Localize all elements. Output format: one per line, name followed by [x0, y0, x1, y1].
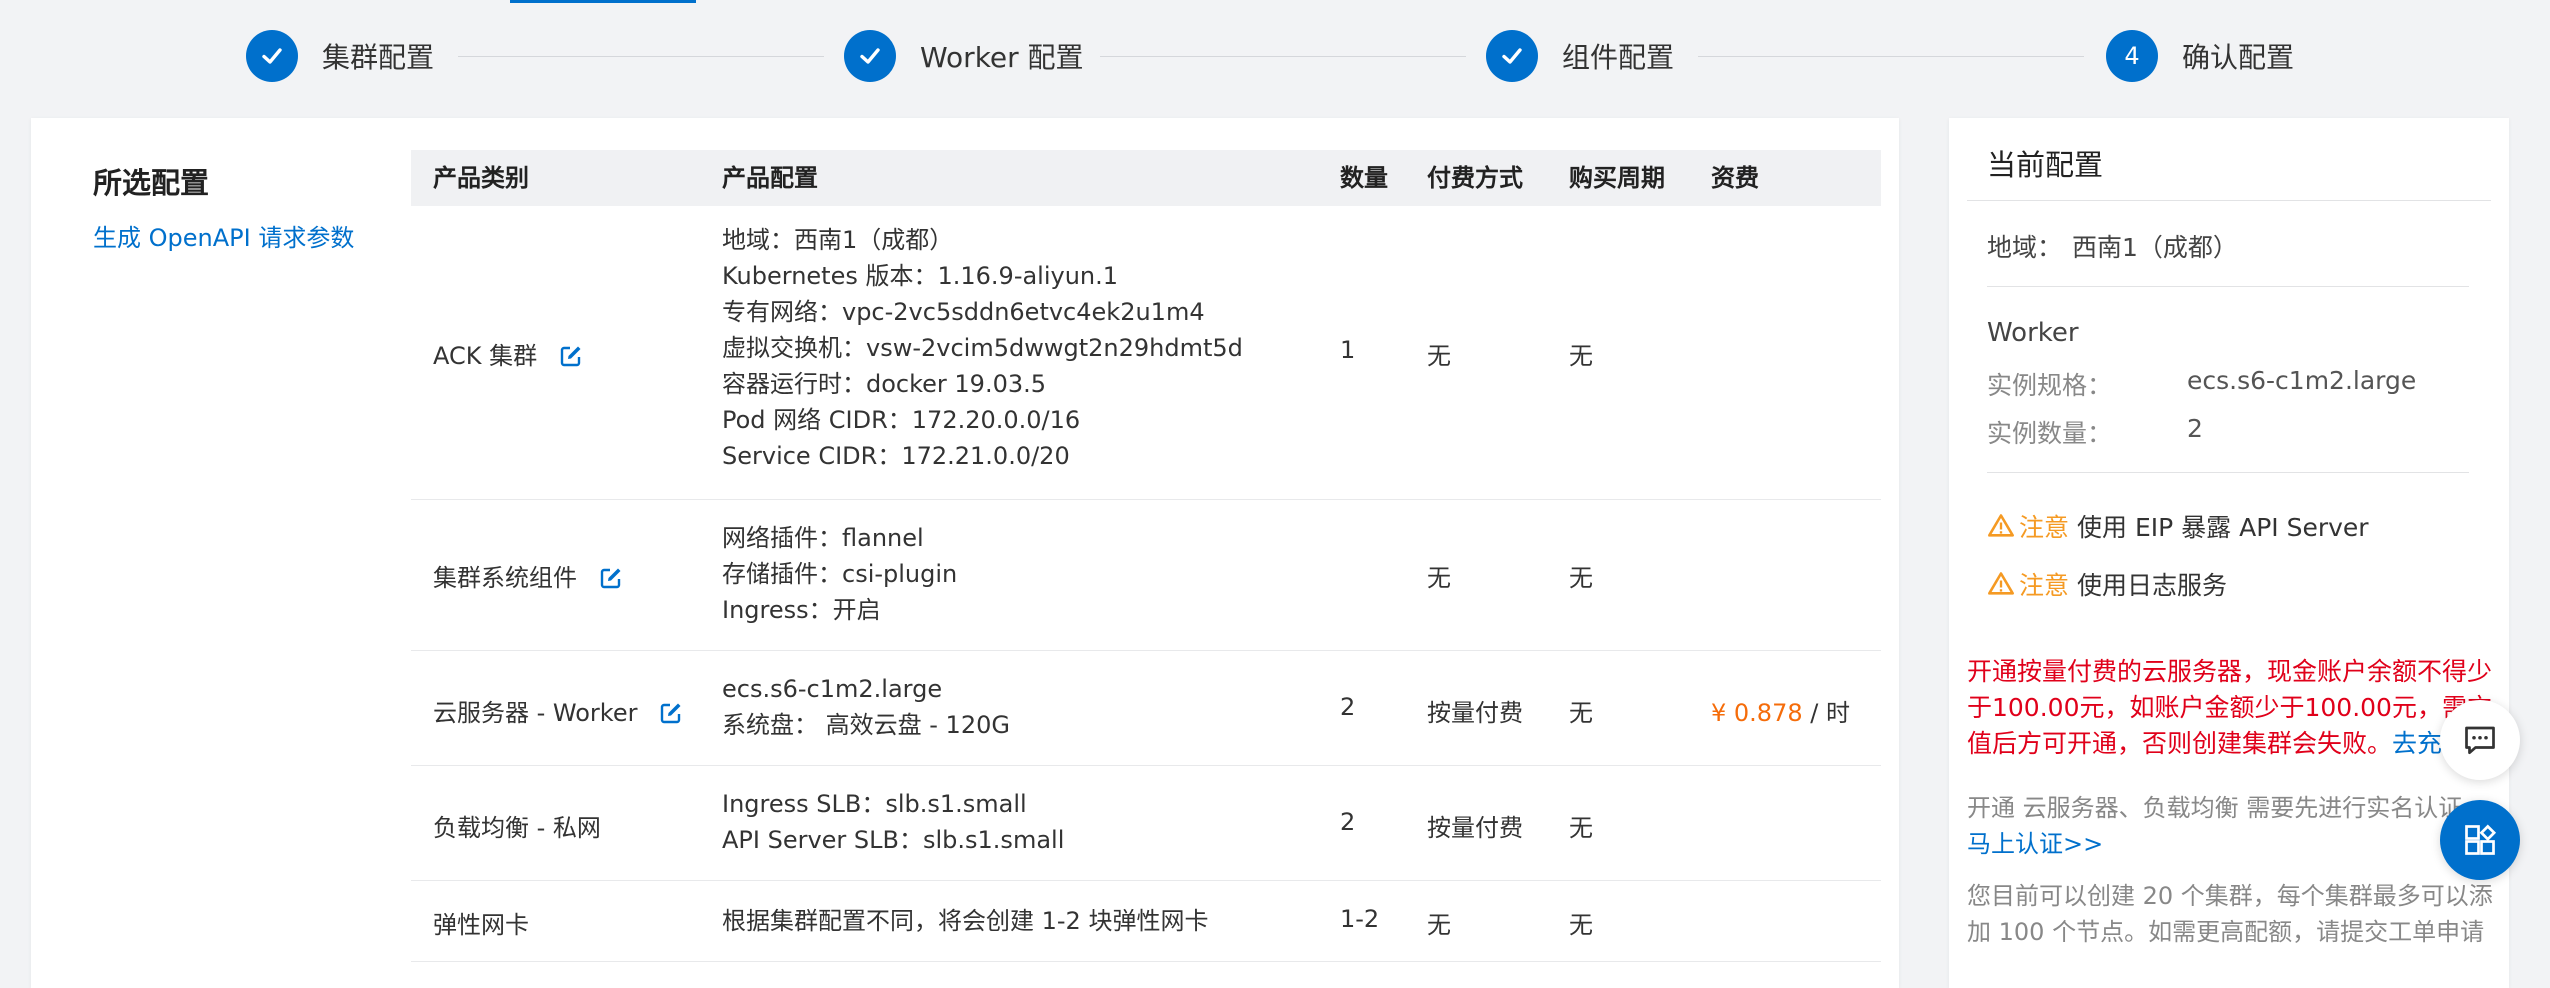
- row-payment: 无: [1427, 342, 1451, 370]
- row-qty: 2: [1340, 693, 1356, 721]
- price-value: ¥ 0.878: [1711, 699, 1803, 727]
- step-connector: [458, 56, 824, 57]
- generate-openapi-link[interactable]: 生成 OpenAPI 请求参数: [93, 218, 354, 253]
- row-config: 网络插件：flannel 存储插件：csi-plugin Ingress：开启: [722, 524, 958, 624]
- table-header: 产品类别 产品配置 数量 付费方式 购买周期 资费: [411, 150, 1881, 206]
- edit-icon[interactable]: [659, 701, 683, 725]
- header-qty: 数量: [1340, 164, 1388, 192]
- count-value: 2: [2187, 414, 2203, 443]
- realname-notice: 开通 云服务器、负载均衡 需要先进行实名认证 马上认证>>: [1967, 794, 2463, 858]
- step-label: 集群配置: [322, 41, 435, 74]
- spec-value: ecs.s6-c1m2.large: [2187, 366, 2417, 395]
- warning-icon: [1988, 514, 2014, 537]
- worker-title: Worker: [1987, 318, 2079, 348]
- step-number: 4: [2106, 30, 2158, 82]
- price-unit: / 时: [1802, 699, 1850, 727]
- step-cluster-config: 集群配置: [246, 30, 434, 82]
- warning-icon: [1988, 572, 2014, 595]
- region-info: 地域： 西南1（成都）: [1987, 233, 2238, 262]
- header-period: 购买周期: [1569, 164, 1665, 192]
- check-icon: [1486, 30, 1538, 82]
- step-connector: [1100, 56, 1466, 57]
- row-period: 无: [1569, 699, 1593, 727]
- verify-now-link[interactable]: 马上认证>>: [1967, 830, 2103, 858]
- panel-title: 当前配置: [1987, 148, 2104, 182]
- chat-button[interactable]: [2440, 700, 2520, 780]
- step-label: 确认配置: [2182, 41, 2295, 74]
- stepper: 集群配置 Worker 配置 组件配置 4 确认配置: [0, 0, 2550, 115]
- quota-notice: 您目前可以创建 20 个集群，每个集群最多可以添加 100 个节点。如需更高配额…: [1967, 882, 2493, 946]
- row-payment: 按量付费: [1427, 699, 1523, 727]
- warning-label: 注意: [2019, 571, 2070, 600]
- row-category: 集群系统组件: [433, 558, 623, 593]
- spec-key: 实例规格：: [1987, 371, 2113, 400]
- row-category: 负载均衡 - 私网: [433, 814, 601, 842]
- step-label: 组件配置: [1562, 41, 1675, 74]
- row-period: 无: [1569, 342, 1593, 370]
- config-table: 产品类别 产品配置 数量 付费方式 购买周期 资费 ACK 集群 地域：西南1（…: [411, 150, 1881, 962]
- check-icon: [844, 30, 896, 82]
- divider: [1967, 200, 2491, 201]
- row-config: ecs.s6-c1m2.large 系统盘： 高效云盘 - 120G: [722, 675, 1010, 739]
- balance-notice: 开通按量付费的云服务器，现金账户余额不得少于100.00元，如账户金额少于100…: [1967, 657, 2493, 758]
- header-price: 资费: [1711, 164, 1759, 192]
- row-config: 地域：西南1（成都） Kubernetes 版本：1.16.9-aliyun.1…: [722, 226, 1243, 470]
- row-category: 云服务器 - Worker: [433, 693, 683, 728]
- count-key: 实例数量：: [1987, 419, 2113, 448]
- step-worker-config: Worker 配置: [844, 30, 1084, 82]
- header-config: 产品配置: [722, 164, 818, 192]
- step-confirm-config: 4 确认配置: [2106, 30, 2294, 82]
- edit-icon[interactable]: [559, 344, 583, 368]
- table-row: 弹性网卡 根据集群配置不同，将会创建 1-2 块弹性网卡 1-2 无 无: [411, 881, 1881, 962]
- row-payment: 无: [1427, 911, 1451, 939]
- panel-title: 所选配置: [93, 166, 210, 200]
- row-price: ¥ 0.878 / 时: [1711, 693, 1850, 728]
- apps-grid-icon: [2465, 824, 2497, 855]
- step-connector: [1698, 56, 2084, 57]
- row-category: ACK 集群: [433, 336, 583, 371]
- edit-icon[interactable]: [599, 566, 623, 590]
- warning-text: 使用 EIP 暴露 API Server: [2077, 513, 2369, 542]
- divider: [1987, 286, 2469, 287]
- table-row: 集群系统组件 网络插件：flannel 存储插件：csi-plugin Ingr…: [411, 500, 1881, 651]
- current-config-panel: 当前配置 地域： 西南1（成都） Worker 实例规格： ecs.s6-c1m2…: [1949, 118, 2509, 988]
- table-row: ACK 集群 地域：西南1（成都） Kubernetes 版本：1.16.9-a…: [411, 206, 1881, 500]
- table-row: 负载均衡 - 私网 Ingress SLB：slb.s1.small API S…: [411, 766, 1881, 881]
- step-label: Worker 配置: [920, 41, 1084, 74]
- table-row: 云服务器 - Worker ecs.s6-c1m2.large 系统盘： 高效云…: [411, 651, 1881, 766]
- row-config: 根据集群配置不同，将会创建 1-2 块弹性网卡: [722, 907, 1209, 935]
- row-payment: 无: [1427, 564, 1451, 592]
- warning-label: 注意: [2019, 513, 2070, 542]
- header-payment: 付费方式: [1427, 164, 1523, 192]
- row-period: 无: [1569, 814, 1593, 842]
- warning-text: 使用日志服务: [2077, 571, 2228, 600]
- row-payment: 按量付费: [1427, 814, 1523, 842]
- chat-icon: [2465, 726, 2495, 755]
- row-qty: 1: [1340, 336, 1356, 364]
- warning-eip: 注意 使用 EIP 暴露 API Server: [1987, 508, 2369, 544]
- step-component-config: 组件配置: [1486, 30, 1674, 82]
- row-period: 无: [1569, 564, 1593, 592]
- row-config: Ingress SLB：slb.s1.small API Server SLB：…: [722, 790, 1065, 854]
- warning-logging: 注意 使用日志服务: [1987, 566, 2227, 602]
- apps-button[interactable]: [2440, 800, 2520, 880]
- row-category: 弹性网卡: [433, 911, 529, 939]
- check-icon: [246, 30, 298, 82]
- row-qty: 2: [1340, 808, 1356, 836]
- selected-config-panel: 所选配置 生成 OpenAPI 请求参数 产品类别 产品配置 数量 付费方式 购…: [31, 118, 1899, 988]
- row-period: 无: [1569, 911, 1593, 939]
- header-category: 产品类别: [433, 164, 529, 192]
- row-qty: 1-2: [1340, 905, 1380, 933]
- divider: [1987, 472, 2469, 473]
